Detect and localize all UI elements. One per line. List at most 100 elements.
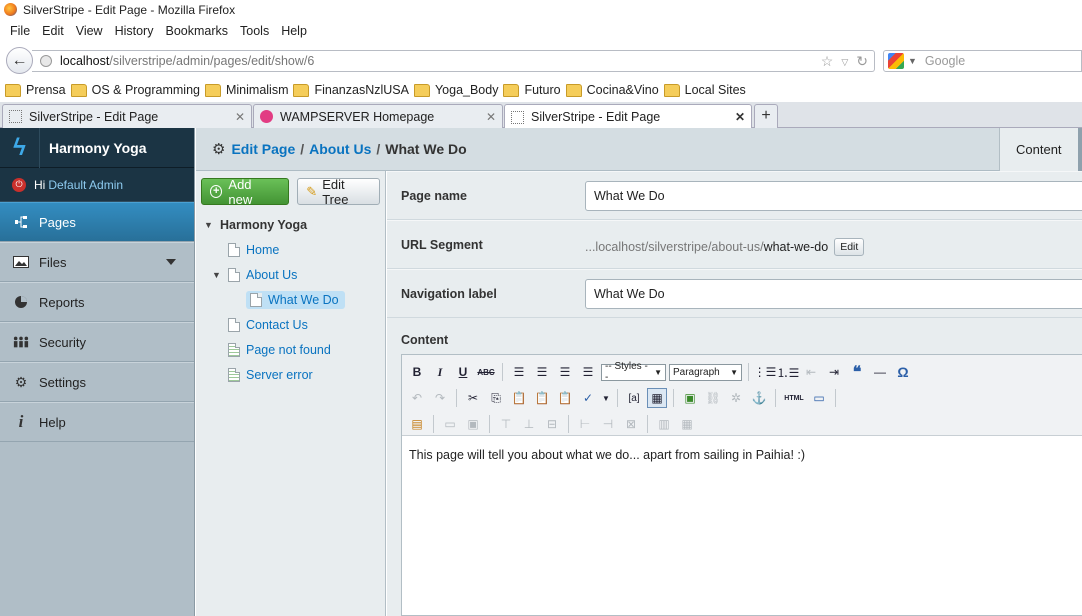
split-cells-icon[interactable]: ▥ — [654, 414, 674, 434]
tree-node-contact-us[interactable]: Contact Us — [204, 312, 385, 337]
menu-item-settings[interactable]: ⚙ Settings — [0, 362, 194, 402]
tab-content[interactable]: Content — [999, 128, 1082, 171]
align-center-icon[interactable]: ☰ — [532, 362, 552, 382]
strikethrough-icon[interactable]: ABC — [476, 362, 496, 382]
copy-icon[interactable]: ⎘ — [486, 388, 506, 408]
cut-icon[interactable]: ✂ — [463, 388, 483, 408]
bookmark-folder[interactable]: Local Sites — [663, 83, 746, 97]
search-bar[interactable]: ▼ Google — [883, 50, 1082, 72]
edit-tree-button[interactable]: ✎ Edit Tree — [297, 177, 380, 207]
horizontal-rule-icon[interactable]: — — [870, 362, 890, 382]
insert-col-before-icon[interactable]: ⊢ — [575, 414, 595, 434]
bookmark-folder[interactable]: Prensa — [5, 83, 66, 97]
close-tab-icon[interactable]: ✕ — [235, 110, 245, 124]
browser-tab[interactable]: SilverStripe - Edit Page ✕ — [2, 104, 252, 128]
visual-aid-icon[interactable]: ▦ — [647, 388, 667, 408]
menu-item-help[interactable]: i Help — [0, 402, 194, 442]
tree-node-page-not-found[interactable]: Page not found — [204, 337, 385, 362]
outdent-icon[interactable]: ⇤ — [801, 362, 821, 382]
format-select[interactable]: Paragraph ▼ — [669, 363, 742, 381]
spellcheck-icon[interactable]: ✓ — [578, 388, 598, 408]
navigation-label-input[interactable] — [585, 279, 1082, 309]
styles-select[interactable]: -- Styles -- ▼ — [601, 361, 666, 383]
paste-icon[interactable]: 📋 — [509, 388, 529, 408]
blockquote-icon[interactable]: ❝ — [847, 362, 867, 382]
search-engine-dropdown-icon[interactable]: ▼ — [908, 56, 917, 66]
tree-collapse-icon[interactable]: ▼ — [212, 270, 222, 280]
history-dropdown-icon[interactable]: ▽ — [841, 53, 848, 71]
table-cell-props-icon[interactable]: ▣ — [463, 414, 483, 434]
insert-row-before-icon[interactable]: ⊤ — [496, 414, 516, 434]
menu-item-files[interactable]: Files — [0, 242, 194, 282]
fullscreen-icon[interactable]: ▭ — [809, 388, 829, 408]
breadcrumb-about-us[interactable]: About Us — [309, 141, 371, 157]
align-left-icon[interactable]: ☰ — [509, 362, 529, 382]
menu-item-security[interactable]: Security — [0, 322, 194, 362]
menu-view[interactable]: View — [76, 24, 103, 38]
insert-image-icon[interactable]: ▣ — [680, 388, 700, 408]
menu-edit[interactable]: Edit — [42, 24, 64, 38]
add-new-button[interactable]: + Add new — [201, 177, 290, 207]
breadcrumb-edit-page[interactable]: Edit Page — [231, 141, 295, 157]
bookmark-folder[interactable]: Minimalism — [204, 83, 288, 97]
close-tab-icon[interactable]: ✕ — [735, 110, 745, 124]
tree-collapse-icon[interactable]: ▼ — [204, 220, 214, 230]
tree-node-root[interactable]: ▼ Harmony Yoga — [204, 212, 385, 237]
insert-link-icon[interactable]: ⛓ — [703, 388, 723, 408]
chevron-down-icon[interactable] — [166, 259, 176, 265]
paste-text-icon[interactable]: 📋 — [532, 388, 552, 408]
back-button[interactable]: ← — [6, 47, 33, 74]
paste-word-icon[interactable]: 📋 — [555, 388, 575, 408]
align-justify-icon[interactable]: ☰ — [578, 362, 598, 382]
logout-icon[interactable]: ⏻ — [12, 177, 26, 192]
site-name[interactable]: Harmony Yoga — [49, 140, 147, 156]
tree-node-home[interactable]: Home — [204, 237, 385, 262]
menu-tools[interactable]: Tools — [240, 24, 269, 38]
table-row-props-icon[interactable]: ▭ — [440, 414, 460, 434]
numbered-list-icon[interactable]: ⒈☰ — [777, 362, 800, 382]
insert-table-icon[interactable]: ▤ — [407, 414, 427, 434]
bullet-list-icon[interactable]: ⋮☰ — [754, 362, 777, 382]
menu-bookmarks[interactable]: Bookmarks — [165, 24, 228, 38]
anchor-icon[interactable]: ⚓ — [749, 388, 769, 408]
bookmark-folder[interactable]: Cocina&Vino — [565, 83, 659, 97]
bookmark-folder[interactable]: OS & Programming — [70, 83, 200, 97]
insert-col-after-icon[interactable]: ⊣ — [598, 414, 618, 434]
italic-icon[interactable]: I — [430, 362, 450, 382]
menu-help[interactable]: Help — [281, 24, 307, 38]
undo-icon[interactable]: ↶ — [407, 388, 427, 408]
delete-row-icon[interactable]: ⊟ — [542, 414, 562, 434]
tree-node-server-error[interactable]: Server error — [204, 362, 385, 387]
editor-content-area[interactable]: This page will tell you about what we do… — [402, 436, 1082, 474]
spellcheck-dropdown-icon[interactable]: ▼ — [601, 388, 611, 408]
select-all-icon[interactable]: [a] — [624, 388, 644, 408]
bookmark-folder[interactable]: Yoga_Body — [413, 83, 498, 97]
url-bar[interactable]: localhost/silverstripe/admin/pages/edit/… — [32, 50, 875, 72]
bold-icon[interactable]: B — [407, 362, 427, 382]
menu-item-pages[interactable]: Pages — [0, 202, 194, 242]
underline-icon[interactable]: U — [453, 362, 473, 382]
delete-col-icon[interactable]: ⊠ — [621, 414, 641, 434]
menu-history[interactable]: History — [115, 24, 154, 38]
merge-cells-icon[interactable]: ▦ — [677, 414, 697, 434]
page-name-input[interactable] — [585, 181, 1082, 211]
menu-item-reports[interactable]: Reports — [0, 282, 194, 322]
tree-node-about-us[interactable]: ▼ About Us — [204, 262, 385, 287]
new-tab-button[interactable]: + — [754, 104, 778, 128]
indent-icon[interactable]: ⇥ — [824, 362, 844, 382]
insert-row-after-icon[interactable]: ⊥ — [519, 414, 539, 434]
bookmark-folder[interactable]: Futuro — [503, 83, 561, 97]
redo-icon[interactable]: ↷ — [430, 388, 450, 408]
special-char-icon[interactable]: Ω — [893, 362, 913, 382]
browser-tab[interactable]: WAMPSERVER Homepage ✕ — [253, 104, 503, 128]
close-tab-icon[interactable]: ✕ — [486, 110, 496, 124]
bookmark-star-icon[interactable]: ☆ — [821, 53, 834, 71]
html-source-button[interactable]: HTML — [782, 388, 806, 408]
browser-tab-active[interactable]: SilverStripe - Edit Page ✕ — [504, 104, 752, 129]
edit-url-segment-button[interactable]: Edit — [834, 238, 865, 256]
user-profile-link[interactable]: Default Admin — [48, 178, 123, 192]
tree-node-what-we-do[interactable]: What We Do — [204, 287, 385, 312]
reload-icon[interactable]: ↻ — [856, 53, 868, 71]
bookmark-folder[interactable]: FinanzasNzlUSA — [293, 83, 409, 97]
menu-file[interactable]: File — [10, 24, 30, 38]
